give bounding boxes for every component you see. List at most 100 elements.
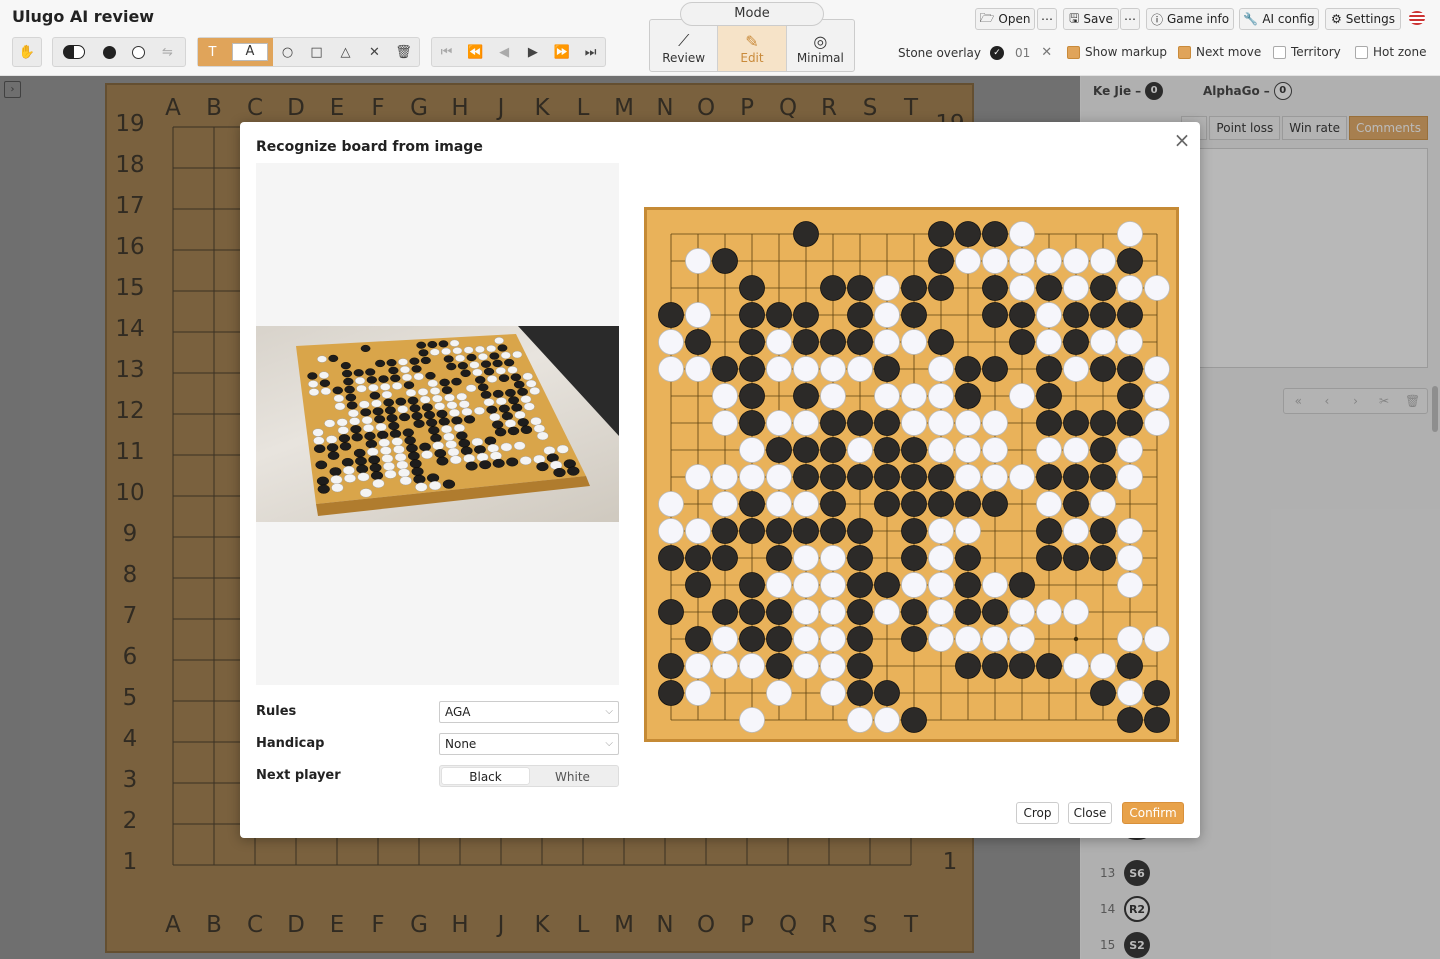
- stone-overlay-value[interactable]: 01: [1015, 46, 1030, 60]
- open-more-button[interactable]: ⋯: [1037, 8, 1057, 30]
- photo-white-stone: [308, 380, 319, 388]
- territory-checkbox[interactable]: [1273, 45, 1286, 59]
- check-icon[interactable]: ✓: [990, 45, 1005, 60]
- photo-white-stone: [463, 346, 474, 354]
- photo-white-stone: [519, 456, 532, 466]
- photo-black-stone: [353, 448, 366, 458]
- photo-black-stone: [497, 344, 508, 352]
- close-icon[interactable]: ×: [1172, 130, 1192, 150]
- hot-zone-checkbox[interactable]: [1355, 45, 1368, 59]
- text-tool[interactable]: T: [198, 38, 227, 66]
- white-stone: [955, 626, 981, 652]
- close-button[interactable]: Close: [1068, 802, 1112, 824]
- handicap-label: Handicap: [256, 736, 325, 751]
- clear-overlay-icon[interactable]: ✕: [1041, 45, 1052, 60]
- next-move-toggle[interactable]: Next move: [1178, 45, 1261, 59]
- hot-zone-toggle[interactable]: Hot zone: [1355, 45, 1427, 59]
- open-button[interactable]: 🗁 Open: [975, 8, 1035, 30]
- forward-button[interactable]: ▶: [518, 38, 547, 66]
- black-stone: [685, 572, 711, 598]
- white-stone-tool[interactable]: [124, 38, 153, 66]
- photo-black-stone: [442, 479, 456, 489]
- us-flag-icon[interactable]: [1409, 11, 1425, 25]
- photo-black-stone: [492, 359, 503, 368]
- white-stone: [820, 383, 846, 409]
- show-markup-toggle[interactable]: Show markup: [1067, 45, 1167, 59]
- photo-white-stone: [434, 402, 446, 411]
- square-tool[interactable]: □: [302, 38, 331, 66]
- black-stone: [1090, 275, 1116, 301]
- label-tool[interactable]: A: [227, 38, 273, 66]
- photo-white-stone: [384, 469, 397, 479]
- last-move-button[interactable]: ⏭: [576, 38, 605, 66]
- cross-tool[interactable]: ✕: [360, 38, 389, 66]
- next-move-checkbox[interactable]: [1178, 45, 1191, 59]
- edit-mode-button[interactable]: ✎ Edit: [718, 20, 787, 71]
- territory-toggle[interactable]: Territory: [1273, 45, 1341, 59]
- photo-white-stone: [441, 347, 451, 356]
- black-stone: [793, 464, 819, 490]
- photo-black-stone: [388, 421, 400, 431]
- photo-white-stone: [334, 402, 346, 411]
- back-button[interactable]: ◀: [490, 38, 519, 66]
- save-button[interactable]: 🖫 Save: [1063, 8, 1119, 30]
- save-more-button[interactable]: ⋯: [1120, 8, 1140, 30]
- photo-white-stone: [357, 472, 370, 482]
- confirm-button[interactable]: Confirm: [1122, 802, 1184, 824]
- black-stone: [739, 626, 765, 652]
- black-stone: [712, 599, 738, 625]
- board-photo-illustration: [296, 326, 619, 516]
- black-stone: [658, 680, 684, 706]
- photo-white-stone: [343, 473, 356, 483]
- cross-icon: ✕: [369, 44, 380, 60]
- forward-10-button[interactable]: ⏩: [547, 38, 576, 66]
- white-stone: [1009, 383, 1035, 409]
- photo-black-stone: [407, 396, 419, 405]
- black-stone: [1090, 437, 1116, 463]
- alternate-stone-tool[interactable]: [53, 38, 95, 66]
- photo-white-stone: [419, 395, 431, 404]
- white-stone: [1144, 383, 1170, 409]
- folder-icon: 🗁: [979, 10, 995, 25]
- photo-white-stone: [366, 447, 379, 457]
- photo-black-stone: [409, 404, 421, 413]
- rules-label: Rules: [256, 704, 297, 719]
- first-move-button[interactable]: ⏮: [432, 38, 461, 66]
- photo-white-stone: [523, 402, 535, 411]
- photo-white-stone: [476, 452, 489, 462]
- next-player-white[interactable]: White: [529, 768, 616, 784]
- ai-config-button[interactable]: 🔧 AI config: [1239, 8, 1319, 30]
- swap-icon: ⇋: [162, 44, 173, 60]
- pan-tool[interactable]: ✋: [12, 37, 42, 67]
- photo-white-stone: [465, 384, 477, 393]
- white-stone: [1090, 248, 1116, 274]
- photo-black-stone: [369, 391, 381, 400]
- photo-black-stone: [313, 444, 326, 453]
- delete-tool[interactable]: 🗑: [389, 38, 418, 66]
- triangle-tool[interactable]: △: [331, 38, 360, 66]
- review-mode-button[interactable]: ⟋ Review: [650, 20, 719, 71]
- swap-tool[interactable]: ⇋: [153, 38, 182, 66]
- photo-black-stone: [355, 456, 367, 466]
- handicap-select[interactable]: None ⌵: [439, 733, 619, 755]
- white-stone: [1009, 275, 1035, 301]
- photo-black-stone: [507, 426, 520, 436]
- next-player-black[interactable]: Black: [442, 768, 529, 784]
- minimal-mode-button[interactable]: ◎ Minimal: [787, 20, 854, 71]
- recognized-board-preview[interactable]: [644, 207, 1179, 742]
- back-10-button[interactable]: ⏪: [461, 38, 490, 66]
- circle-tool[interactable]: ○: [273, 38, 302, 66]
- rules-select[interactable]: AGA ⌵: [439, 701, 619, 723]
- photo-black-stone: [474, 445, 486, 454]
- white-stone: [1090, 653, 1116, 679]
- crop-button[interactable]: Crop: [1016, 802, 1059, 824]
- mode-switcher: ⟋ Review ✎ Edit ◎ Minimal: [649, 19, 855, 72]
- game-info-button[interactable]: ⓘ Game info: [1146, 8, 1234, 30]
- show-markup-checkbox[interactable]: [1067, 45, 1080, 59]
- white-stone: [955, 518, 981, 544]
- black-stone: [928, 491, 954, 517]
- settings-button[interactable]: ⚙ Settings: [1325, 8, 1401, 30]
- photo-white-stone: [354, 376, 366, 385]
- black-stone-tool[interactable]: [95, 38, 124, 66]
- white-stone: [766, 356, 792, 382]
